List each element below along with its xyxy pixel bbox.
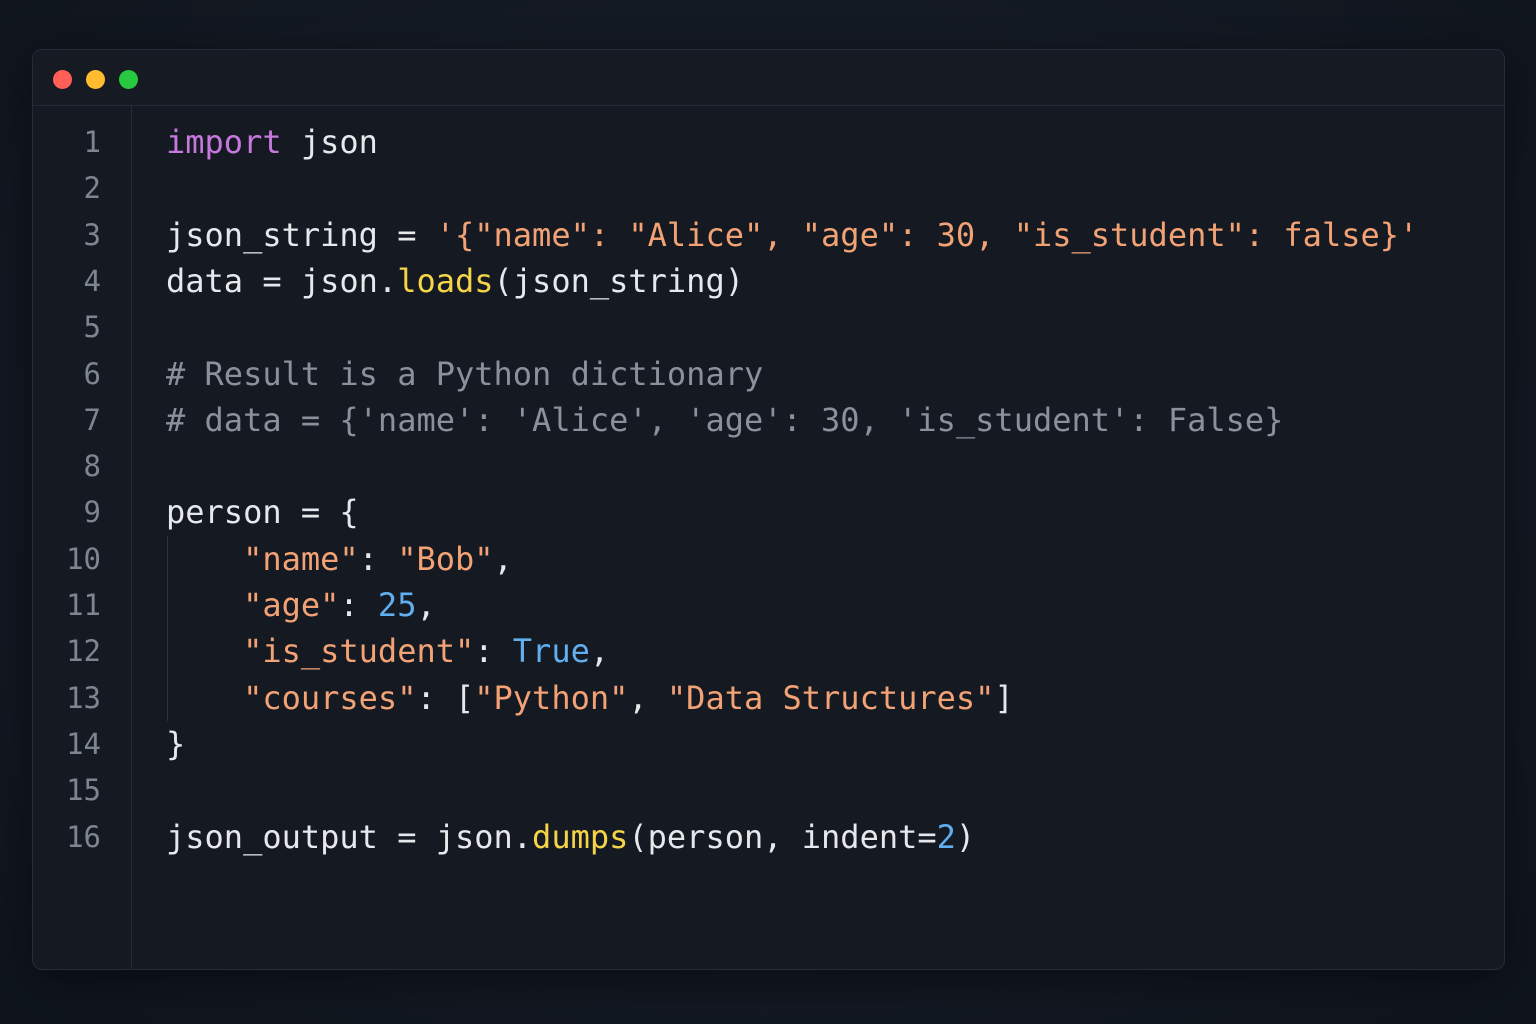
code-token: True xyxy=(512,632,590,671)
code-token: 2 xyxy=(936,817,956,856)
line-number: 16 xyxy=(66,819,101,854)
code-token: json xyxy=(281,123,378,161)
line-number-gutter: 1 2 3 4 5 6 7 8 9 10 11 12 13 14 15 16 xyxy=(33,106,132,969)
line-number: 13 xyxy=(66,680,101,715)
code-token: "courses" xyxy=(243,678,417,717)
code-line[interactable]: "name": "Bob", xyxy=(166,536,513,582)
code-token: "Data Structures" xyxy=(666,678,995,717)
code-token: (person, indent= xyxy=(628,817,937,856)
code-line[interactable]: "age": 25, xyxy=(166,582,436,628)
line-number: 15 xyxy=(66,773,101,808)
code-token: (json_string) xyxy=(493,261,744,300)
code-token: # data = {'name': 'Alice', 'age': 30, 'i… xyxy=(166,400,1284,439)
minimize-window-button[interactable] xyxy=(86,70,105,89)
code-line[interactable]: "courses": ["Python", "Data Structures"] xyxy=(166,675,1014,721)
code-token: , xyxy=(589,632,610,671)
line-number: 12 xyxy=(66,634,101,669)
code-token: , xyxy=(493,539,513,578)
code-token: "name" xyxy=(243,539,359,578)
code-token: # Result is a Python dictionary xyxy=(166,354,764,393)
code-line[interactable]: import json xyxy=(166,119,378,165)
code-token: "age" xyxy=(243,586,340,624)
code-token: "Bob" xyxy=(397,539,494,578)
code-line[interactable]: person = { xyxy=(166,489,359,535)
code-token: import xyxy=(166,123,282,161)
code-line[interactable]: } xyxy=(166,721,185,767)
line-number: 4 xyxy=(83,263,101,298)
line-number: 11 xyxy=(66,588,101,622)
line-number: 1 xyxy=(83,125,101,159)
code-token: 25 xyxy=(377,586,417,624)
code-token: , xyxy=(628,678,667,717)
line-number: 5 xyxy=(83,310,101,345)
code-line[interactable]: "is_student": True, xyxy=(166,628,609,674)
code-token: person = { xyxy=(166,493,359,532)
line-number: 6 xyxy=(83,356,101,391)
code-token: json_output = json. xyxy=(166,817,533,856)
code-token: "Python" xyxy=(474,678,629,717)
indent-guide xyxy=(167,535,168,721)
line-number: 3 xyxy=(83,217,101,252)
close-window-button[interactable] xyxy=(53,70,72,89)
code-token: : [ xyxy=(416,678,475,717)
line-number: 14 xyxy=(66,726,101,761)
code-token: '{"name": "Alice", "age": 30, "is_studen… xyxy=(435,215,1419,254)
code-token: } xyxy=(166,724,186,763)
code-token: data = json. xyxy=(166,261,398,300)
line-number: 9 xyxy=(83,495,101,530)
code-token: : xyxy=(474,632,513,671)
code-token: ) xyxy=(955,817,976,856)
code-line[interactable]: json_string = '{"name": "Alice", "age": … xyxy=(166,212,1418,258)
code-token: : xyxy=(339,586,378,624)
code-token: ] xyxy=(994,678,1014,717)
line-number: 7 xyxy=(83,402,101,437)
line-number: 8 xyxy=(83,449,101,484)
line-number: 10 xyxy=(66,541,101,576)
code-token: "is_student" xyxy=(243,632,475,671)
code-line[interactable]: data = json.loads(json_string) xyxy=(166,258,744,304)
code-editor-window: 1 2 3 4 5 6 7 8 9 10 11 12 13 14 15 16 import json json_… xyxy=(32,49,1505,970)
code-token: , xyxy=(416,586,436,624)
code-token: json_string = xyxy=(166,215,436,254)
code-line[interactable]: json_output = json.dumps(person, indent=… xyxy=(166,814,975,860)
maximize-window-button[interactable] xyxy=(119,70,138,89)
code-token: dumps xyxy=(532,817,629,856)
title-bar xyxy=(33,50,1504,106)
code-token: : xyxy=(358,539,398,578)
code-line[interactable]: # data = {'name': 'Alice', 'age': 30, 'i… xyxy=(166,397,1283,443)
code-line[interactable]: # Result is a Python dictionary xyxy=(166,351,763,397)
line-number: 2 xyxy=(83,171,101,206)
code-token: loads xyxy=(397,261,494,300)
